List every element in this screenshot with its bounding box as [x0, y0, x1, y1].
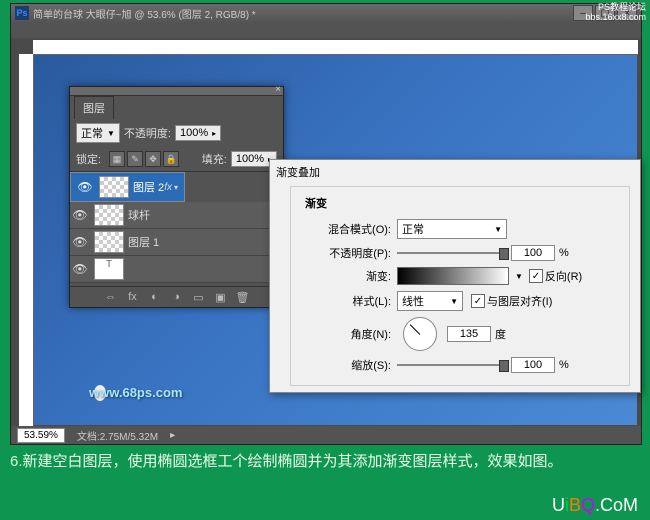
layer-thumbnail[interactable]: [99, 176, 129, 198]
layer-row[interactable]: 👁 图层 2 fx▾: [70, 172, 185, 202]
angle-value[interactable]: 135: [447, 326, 491, 342]
style-label: 样式(L):: [301, 293, 391, 309]
layers-tab[interactable]: 图层: [74, 96, 114, 119]
tutorial-caption: 6.新建空白图层，使用椭圆选框工个绘制椭圆并为其添加渐变图层样式，效果如图。: [10, 450, 640, 474]
visibility-eye-icon[interactable]: 👁: [70, 208, 90, 222]
reverse-checkbox[interactable]: ✓: [529, 269, 543, 283]
panel-header[interactable]: ×: [70, 87, 283, 96]
window-title: 简单的台球 大眼仔~旭 @ 53.6% (图层 2, RGB/8) *: [33, 6, 256, 21]
layers-panel[interactable]: × 图层 正常▼ 不透明度: 100%▸ 锁定: ▦ ✎ ✥ 🔒 填充: 100…: [69, 86, 284, 308]
lock-all-icon[interactable]: 🔒: [163, 151, 179, 167]
fx-badge[interactable]: fx: [164, 182, 172, 193]
scale-label: 缩放(S):: [301, 357, 391, 373]
photoshop-window: Ps 简单的台球 大眼仔~旭 @ 53.6% (图层 2, RGB/8) * –…: [10, 3, 642, 445]
opacity-field[interactable]: 100%▸: [175, 125, 221, 141]
style-select[interactable]: 线性▼: [397, 291, 463, 311]
lock-label: 锁定:: [76, 151, 101, 167]
mask-icon[interactable]: ◐: [147, 289, 163, 305]
scale-value[interactable]: 100: [511, 357, 555, 373]
folder-icon[interactable]: ▭: [191, 289, 207, 305]
align-label: 与图层对齐(I): [487, 293, 552, 309]
angle-dial[interactable]: [403, 317, 437, 351]
chevron-down-icon: ▼: [450, 297, 458, 306]
chevron-down-icon[interactable]: ▼: [515, 272, 523, 281]
dialog-title: 渐变叠加: [270, 160, 640, 184]
site-watermark: UiBQ.CoM: [552, 495, 638, 516]
watermark-text: www.68ps.com: [89, 385, 182, 400]
panel-footer: ⇔ fx ◐ ◑ ▭ ▣ 🗑: [70, 286, 283, 307]
gradient-label: 渐变:: [301, 268, 391, 284]
scale-slider[interactable]: [397, 358, 507, 372]
visibility-eye-icon[interactable]: 👁: [75, 180, 95, 194]
layer-row[interactable]: 👁 球杆: [70, 202, 283, 229]
lock-pixels-icon[interactable]: ✎: [127, 151, 143, 167]
adjustment-icon[interactable]: ◑: [169, 289, 185, 305]
link-icon[interactable]: ⇔: [103, 289, 119, 305]
layer-style-dialog[interactable]: 渐变叠加 渐变 混合模式(O): 正常▼ 不透明度(P): 100 % 渐变: …: [269, 159, 641, 393]
reverse-label: 反向(R): [545, 268, 582, 284]
lock-transparency-icon[interactable]: ▦: [109, 151, 125, 167]
fill-label: 填充:: [202, 151, 227, 167]
blend-mode-select[interactable]: 正常▼: [76, 123, 120, 143]
ruler-horizontal[interactable]: [33, 40, 638, 55]
doc-info: 文档:2.75M/5.32M: [77, 428, 158, 443]
app-icon: Ps: [15, 6, 29, 20]
layer-row[interactable]: 👁 T: [70, 256, 283, 283]
titlebar[interactable]: Ps 简单的台球 大眼仔~旭 @ 53.6% (图层 2, RGB/8) * –…: [11, 4, 641, 22]
chevron-down-icon: ▼: [107, 129, 115, 138]
zoom-field[interactable]: 53.59%: [17, 428, 65, 443]
layer-row[interactable]: 👁 图层 1: [70, 229, 283, 256]
chevron-right-icon[interactable]: ▸: [170, 430, 175, 441]
fx-icon[interactable]: fx: [125, 289, 141, 305]
layer-name[interactable]: 图层 1: [128, 234, 159, 250]
layer-thumbnail[interactable]: [94, 204, 124, 226]
blend-mode-select[interactable]: 正常▼: [397, 219, 507, 239]
visibility-eye-icon[interactable]: 👁: [70, 262, 90, 276]
opacity-value[interactable]: 100: [511, 245, 555, 261]
chevron-down-icon: ▼: [494, 225, 502, 234]
opacity-label: 不透明度:: [124, 125, 171, 141]
angle-label: 角度(N):: [301, 326, 391, 342]
layer-name[interactable]: 球杆: [128, 207, 150, 223]
gradient-section-label: 渐变: [301, 193, 619, 213]
panel-close-icon[interactable]: ×: [275, 84, 281, 95]
gradient-swatch[interactable]: [397, 267, 509, 285]
align-checkbox[interactable]: ✓: [471, 294, 485, 308]
blend-mode-label: 混合模式(O):: [301, 221, 391, 237]
chevron-down-icon[interactable]: ▾: [174, 183, 178, 192]
layer-thumbnail[interactable]: [94, 231, 124, 253]
forum-badge: PS教程论坛 bbs.16xx8.com: [585, 2, 646, 22]
menubar[interactable]: [11, 22, 641, 38]
opacity-label: 不透明度(P):: [301, 245, 391, 261]
opacity-slider[interactable]: [397, 246, 507, 260]
trash-icon[interactable]: 🗑: [235, 289, 251, 305]
ruler-vertical[interactable]: [19, 54, 34, 426]
lock-position-icon[interactable]: ✥: [145, 151, 161, 167]
new-layer-icon[interactable]: ▣: [213, 289, 229, 305]
layer-thumbnail[interactable]: T: [94, 258, 124, 280]
statusbar: 53.59% 文档:2.75M/5.32M ▸: [11, 426, 641, 444]
visibility-eye-icon[interactable]: 👁: [70, 235, 90, 249]
layer-name[interactable]: 图层 2: [133, 179, 164, 195]
